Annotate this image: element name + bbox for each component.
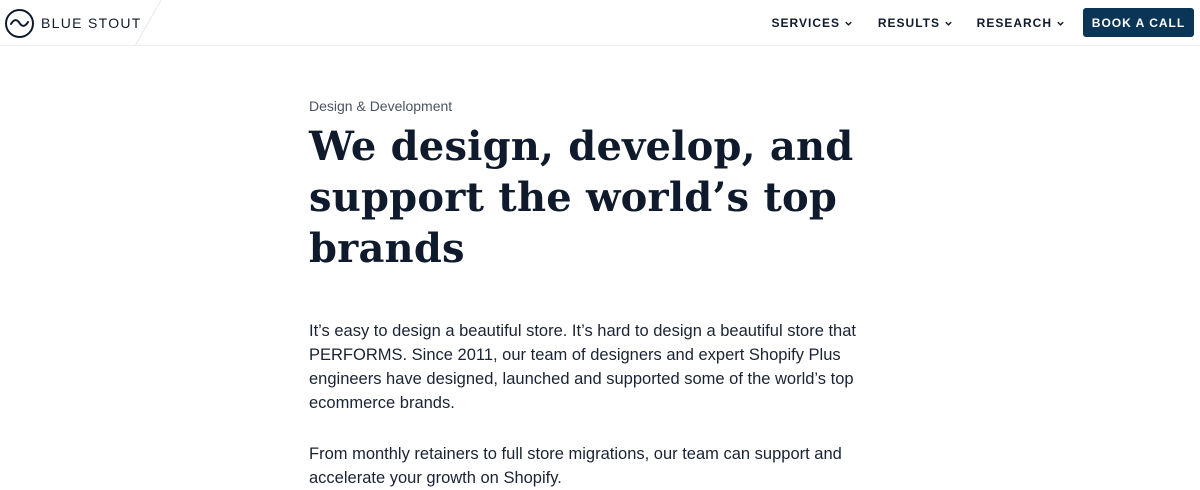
- hero-headline: We design, develop, and support the worl…: [309, 121, 909, 274]
- brand-name: BLUE STOUT: [41, 15, 142, 31]
- chevron-down-icon: [1057, 21, 1064, 26]
- headline-line-2: support the world’s top brands: [309, 174, 838, 272]
- hero-paragraph-2: From monthly retainers to full store mig…: [309, 445, 842, 487]
- book-a-call-button[interactable]: BOOK A CALL: [1083, 8, 1194, 37]
- brand-logo[interactable]: BLUE STOUT: [5, 8, 142, 38]
- hero-section: Design & Development We design, develop,…: [309, 97, 909, 490]
- nav-services-label: SERVICES: [771, 16, 840, 30]
- wave-logo-icon: [5, 8, 34, 38]
- nav-research[interactable]: RESEARCH: [977, 16, 1065, 30]
- nav-results[interactable]: RESULTS: [878, 16, 953, 30]
- hero-paragraph-1: It’s easy to design a beautiful store. I…: [309, 322, 856, 412]
- decorative-slash-icon: [135, 0, 162, 46]
- nav-research-label: RESEARCH: [976, 16, 1052, 30]
- nav-services[interactable]: SERVICES: [772, 16, 853, 30]
- nav-results-label: RESULTS: [877, 16, 940, 30]
- chevron-down-icon: [845, 21, 852, 26]
- chevron-down-icon: [945, 21, 952, 26]
- headline-line-1: We design, develop, and: [309, 123, 854, 170]
- site-header: BLUE STOUT SERVICES RESULTS RESEARCH BOO…: [0, 0, 1200, 46]
- hero-eyebrow: Design & Development: [309, 98, 453, 114]
